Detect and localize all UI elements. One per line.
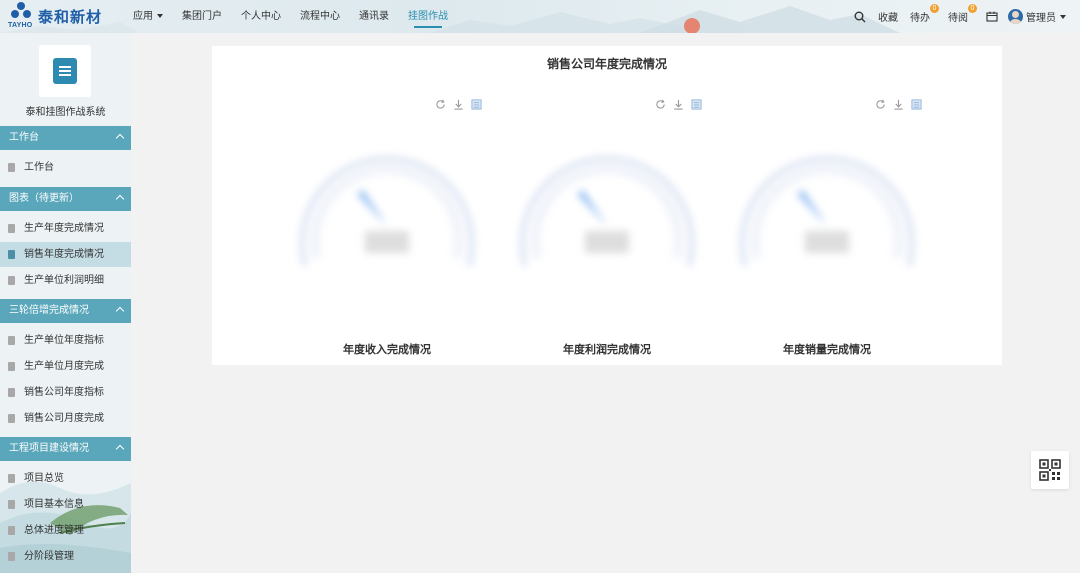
chart-toolbox: [435, 99, 489, 110]
app-name: 泰和挂图作战系统: [25, 107, 106, 118]
favorites-link[interactable]: 收藏: [878, 9, 898, 24]
gauge-profit: 年度利润完成情况: [497, 96, 717, 356]
document-icon: [8, 414, 15, 423]
gauge-label: 年度利润完成情况: [563, 344, 651, 356]
sidebar-section-charts[interactable]: 图表（待更新）: [0, 187, 131, 211]
brand-mark-icon: TAYHO: [8, 2, 34, 30]
top-header: TAYHO 泰和新材 应用 集团门户 个人中心 流程中心 通讯录 挂图作战 收藏…: [0, 0, 1080, 33]
document-icon: [8, 388, 15, 397]
chevron-down-icon: [1060, 14, 1066, 19]
nav-item-personal-center[interactable]: 个人中心: [241, 0, 281, 33]
toread-count-badge: 0: [968, 4, 977, 13]
nav-item-contacts[interactable]: 通讯录: [359, 0, 389, 33]
sidebar-item-project-overview[interactable]: 项目总览: [0, 466, 131, 491]
sidebar-item-production-profit[interactable]: 生产单位利润明细: [0, 268, 131, 293]
document-icon: [8, 500, 15, 509]
chart-toolbox: [875, 99, 929, 110]
chevron-down-icon: [157, 14, 163, 19]
document-icon: [8, 474, 15, 483]
gauge-chart: [739, 156, 915, 267]
avatar: [1008, 9, 1023, 24]
document-icon: [8, 336, 15, 345]
sidebar-item-sales-annual-target[interactable]: 销售公司年度指标: [0, 380, 131, 405]
sidebar-item-production-monthly[interactable]: 生产单位月度完成: [0, 354, 131, 379]
sidebar: 泰和挂图作战系统 工作台 工作台 图表（待更新） 生产年度完成情况 销售年度完成…: [0, 33, 131, 573]
chevron-up-icon: [115, 444, 125, 454]
qr-code-icon: [1039, 459, 1061, 481]
gauge-label: 年度销量完成情况: [783, 344, 871, 356]
chevron-up-icon: [115, 306, 125, 316]
app-document-icon: [53, 58, 77, 84]
sidebar-section-workbench[interactable]: 工作台: [0, 126, 131, 150]
sidebar-item-sales-monthly[interactable]: 销售公司月度完成: [0, 406, 131, 431]
document-icon: [8, 362, 15, 371]
refresh-icon[interactable]: [655, 99, 666, 110]
brand-english: TAYHO: [8, 22, 33, 29]
nav-item-battle-map[interactable]: 挂图作战: [408, 0, 448, 33]
search-icon: [854, 11, 866, 22]
gauge-label: 年度收入完成情况: [343, 344, 431, 356]
download-icon[interactable]: [893, 99, 904, 110]
chevron-up-icon: [115, 133, 125, 143]
user-menu[interactable]: 管理员: [1008, 9, 1066, 24]
qr-code-button[interactable]: [1031, 451, 1069, 489]
gauge-chart: [299, 156, 475, 267]
header-right-bar: 收藏 待办 0 待阅 0 管理员: [844, 0, 1066, 33]
calendar-button[interactable]: [986, 11, 998, 22]
refresh-icon[interactable]: [435, 99, 446, 110]
document-icon: [8, 552, 15, 561]
app-logo-box[interactable]: [39, 45, 91, 97]
document-icon: [8, 526, 15, 535]
data-view-icon[interactable]: [471, 99, 482, 110]
sidebar-item-production-annual[interactable]: 生产年度完成情况: [0, 216, 131, 241]
chevron-up-icon: [115, 194, 125, 204]
nav-item-group-portal[interactable]: 集团门户: [182, 0, 222, 33]
gauge-volume: 年度销量完成情况: [717, 96, 937, 356]
brand-name: 泰和新材: [38, 8, 103, 26]
nav-item-process-center[interactable]: 流程中心: [300, 0, 340, 33]
document-icon: [8, 250, 15, 259]
document-icon: [8, 276, 15, 285]
download-icon[interactable]: [453, 99, 464, 110]
gauge-revenue: 年度收入完成情况: [277, 96, 497, 356]
top-nav: 应用 集团门户 个人中心 流程中心 通讯录 挂图作战: [133, 0, 467, 33]
todo-count-badge: 0: [930, 4, 939, 13]
sidebar-item-project-info[interactable]: 项目基本信息: [0, 492, 131, 517]
document-icon: [8, 163, 15, 172]
gauge-chart: [519, 156, 695, 267]
chart-panel: 销售公司年度完成情况 年度收入完成情况 年度利润完成情况 年度销量完成情况: [212, 46, 1002, 365]
data-view-icon[interactable]: [911, 99, 922, 110]
calendar-icon: [986, 11, 998, 22]
document-icon: [8, 224, 15, 233]
toread-link[interactable]: 待阅 0: [948, 4, 977, 24]
sidebar-item-production-annual-target[interactable]: 生产单位年度指标: [0, 328, 131, 353]
sidebar-item-phase-management[interactable]: 分阶段管理: [0, 544, 131, 569]
search-button[interactable]: [854, 11, 866, 23]
brand-logo[interactable]: TAYHO 泰和新材: [8, 2, 102, 30]
refresh-icon[interactable]: [875, 99, 886, 110]
sidebar-section-triple-growth[interactable]: 三轮倍增完成情况: [0, 299, 131, 323]
sidebar-item-progress-management[interactable]: 总体进度管理: [0, 518, 131, 543]
data-view-icon[interactable]: [691, 99, 702, 110]
download-icon[interactable]: [673, 99, 684, 110]
chart-toolbox: [655, 99, 709, 110]
page-title: 销售公司年度完成情况: [546, 57, 667, 71]
sidebar-item-workbench[interactable]: 工作台: [0, 155, 131, 180]
sidebar-item-sales-annual[interactable]: 销售年度完成情况: [0, 242, 131, 267]
todo-link[interactable]: 待办 0: [910, 4, 939, 24]
nav-item-apps[interactable]: 应用: [133, 0, 163, 33]
